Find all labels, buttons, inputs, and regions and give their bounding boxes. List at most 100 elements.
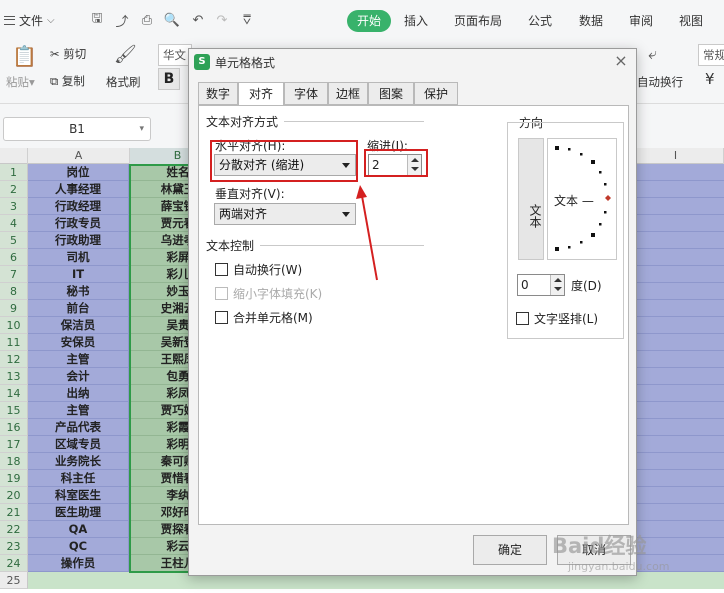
row-header[interactable]: 11 [0, 334, 28, 351]
cell-position[interactable]: 秘书 [28, 283, 129, 300]
cell-position[interactable]: 会计 [28, 368, 129, 385]
cell-position[interactable]: QA [28, 521, 129, 538]
bold-button[interactable]: B [158, 68, 180, 90]
wrap-text-button[interactable]: 自动换行 [637, 74, 683, 90]
tab-number[interactable]: 数字 [198, 82, 238, 105]
ok-button[interactable]: 确定 [473, 535, 547, 565]
column-header-i[interactable]: I [628, 148, 724, 164]
row-header[interactable]: 2 [0, 181, 28, 198]
horizontal-align-select[interactable]: 分散对齐 (缩进) [214, 154, 356, 176]
column-header-a[interactable]: A [28, 148, 130, 164]
row-header[interactable]: 1 [0, 164, 28, 181]
tab-protection[interactable]: 保护 [414, 82, 458, 105]
tab-page-layout[interactable]: 页面布局 [454, 12, 502, 30]
tab-alignment[interactable]: 对齐 [238, 82, 284, 106]
print-preview-icon[interactable]: 🔍 [163, 11, 181, 29]
font-name-field[interactable]: 华文 [158, 44, 192, 66]
tab-insert[interactable]: 插入 [404, 12, 428, 30]
cell-position[interactable]: QC [28, 538, 129, 555]
format-painter-button[interactable]: 格式刷 [106, 74, 141, 90]
orientation-dial[interactable]: 文本 — [547, 138, 617, 260]
row-header[interactable]: 23 [0, 538, 28, 555]
row-header[interactable]: 20 [0, 487, 28, 504]
dialog-titlebar[interactable]: S 单元格格式 × [189, 49, 636, 75]
merge-cells-checkbox[interactable] [215, 311, 228, 324]
save-icon[interactable]: 🖫 [88, 11, 106, 29]
cell-position[interactable]: 岗位 [28, 164, 129, 181]
close-icon[interactable]: × [612, 52, 630, 70]
tab-font[interactable]: 字体 [284, 82, 328, 105]
shrink-to-fit-checkbox[interactable] [215, 287, 228, 300]
tab-patterns[interactable]: 图案 [368, 82, 414, 105]
tab-data[interactable]: 数据 [579, 12, 603, 30]
row-header[interactable]: 12 [0, 351, 28, 368]
cell-position[interactable]: 业务院长 [28, 453, 129, 470]
row-header[interactable]: 10 [0, 317, 28, 334]
cell-position[interactable]: 行政经理 [28, 198, 129, 215]
customize-icon[interactable]: ⩢ [238, 11, 256, 29]
select-all-corner[interactable] [0, 148, 28, 164]
degrees-spinner[interactable]: 0 [517, 274, 565, 296]
wrap-text-icon[interactable]: ⤶ [648, 44, 657, 64]
row-header[interactable]: 4 [0, 215, 28, 232]
cell-position[interactable]: 行政助理 [28, 232, 129, 249]
number-format-field[interactable]: 常规 [698, 44, 724, 66]
row-header[interactable]: 5 [0, 232, 28, 249]
file-menu[interactable]: 文件 ⌵ [4, 10, 55, 30]
row-header[interactable]: 25 [0, 572, 28, 589]
cell-position[interactable]: 科主任 [28, 470, 129, 487]
row-header[interactable]: 16 [0, 419, 28, 436]
cell-position[interactable]: 区域专员 [28, 436, 129, 453]
row-header[interactable]: 14 [0, 385, 28, 402]
cell-position[interactable]: 司机 [28, 249, 129, 266]
indent-spinner[interactable]: 2 [368, 154, 422, 176]
row-header[interactable]: 22 [0, 521, 28, 538]
brush-icon[interactable]: 🖌 [114, 44, 137, 65]
row-header[interactable]: 18 [0, 453, 28, 470]
paste-button[interactable]: 粘贴▾ [6, 74, 35, 90]
print-icon[interactable]: ⎙ [138, 11, 156, 29]
row-header[interactable]: 17 [0, 436, 28, 453]
cell-position[interactable]: 行政专员 [28, 215, 129, 232]
row-header[interactable]: 21 [0, 504, 28, 521]
row-header[interactable]: 6 [0, 249, 28, 266]
cell-position[interactable]: IT [28, 266, 129, 283]
redo-icon[interactable]: ↷ [213, 11, 231, 29]
vertical-align-select[interactable]: 两端对齐 [214, 203, 356, 225]
tab-view[interactable]: 视图 [679, 12, 703, 30]
cell-position[interactable]: 医生助理 [28, 504, 129, 521]
tab-review[interactable]: 审阅 [629, 12, 653, 30]
currency-button[interactable]: ¥ [705, 70, 715, 88]
row-header[interactable]: 7 [0, 266, 28, 283]
cut-button[interactable]: ✂ 剪切 [50, 46, 86, 62]
vertical-text-button[interactable]: 文本 [518, 138, 544, 260]
cell-position[interactable]: 人事经理 [28, 181, 129, 198]
cell-position[interactable]: 安保员 [28, 334, 129, 351]
cell-position[interactable]: 科室医生 [28, 487, 129, 504]
tab-home[interactable]: 开始 [347, 10, 391, 32]
undo-icon[interactable]: ↶ [189, 11, 207, 29]
cell-position[interactable]: 产品代表 [28, 419, 129, 436]
cell-position[interactable]: 前台 [28, 300, 129, 317]
row-header[interactable]: 24 [0, 555, 28, 572]
row-header[interactable]: 8 [0, 283, 28, 300]
cell-position[interactable]: 保洁员 [28, 317, 129, 334]
cell-position[interactable]: 操作员 [28, 555, 129, 572]
spinner-buttons[interactable] [407, 155, 421, 175]
copy-button[interactable]: ⧉ 复制 [50, 73, 85, 89]
cell-position[interactable]: 主管 [28, 402, 129, 419]
wrap-text-checkbox[interactable] [215, 263, 228, 276]
cell-position[interactable]: 主管 [28, 351, 129, 368]
vertical-layout-checkbox[interactable] [516, 312, 529, 325]
cell-position[interactable]: 出纳 [28, 385, 129, 402]
row-header[interactable]: 3 [0, 198, 28, 215]
row-header[interactable]: 19 [0, 470, 28, 487]
row-header[interactable]: 15 [0, 402, 28, 419]
paste-icon[interactable]: 📋 [12, 44, 37, 68]
tab-formulas[interactable]: 公式 [528, 12, 552, 30]
row-header[interactable]: 13 [0, 368, 28, 385]
tab-border[interactable]: 边框 [328, 82, 368, 105]
spinner-buttons[interactable] [550, 275, 564, 295]
export-icon[interactable]: ⤴ [113, 11, 131, 30]
name-box[interactable]: B1 ▾ [3, 117, 151, 141]
